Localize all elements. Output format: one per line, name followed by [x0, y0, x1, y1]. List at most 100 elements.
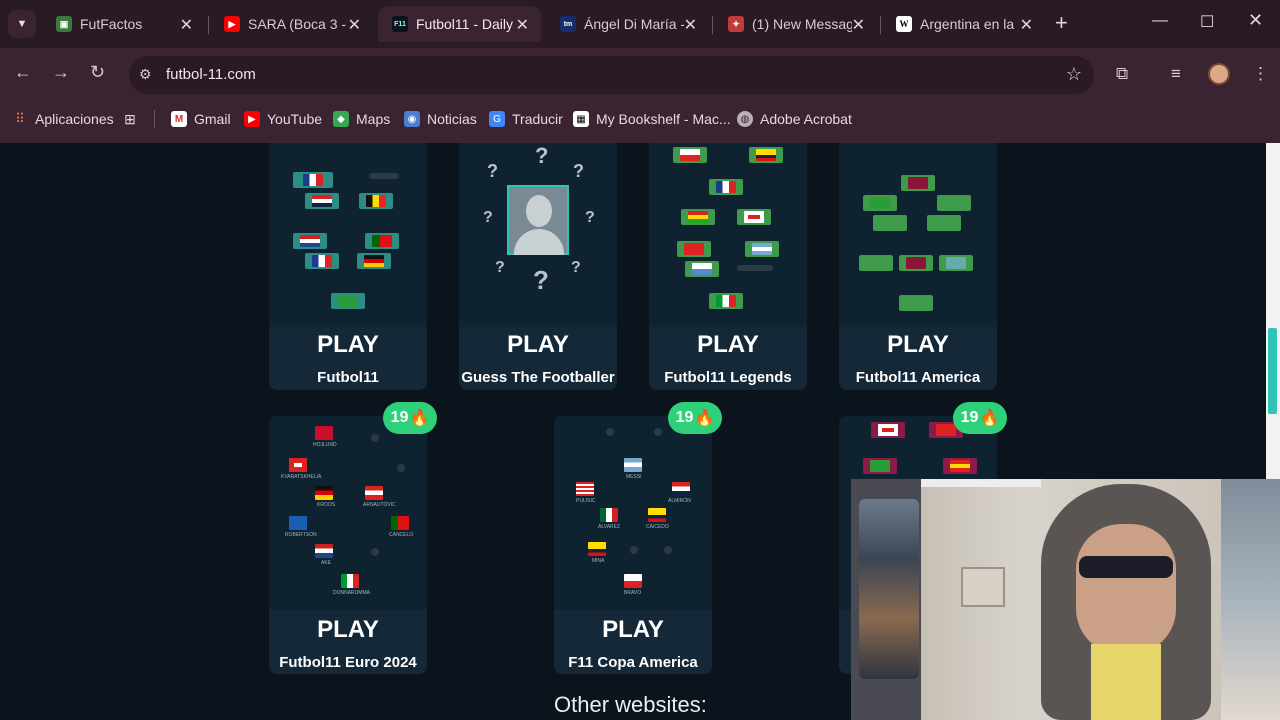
- player-slot: [899, 255, 933, 271]
- team-flag-icon: [934, 217, 954, 229]
- game-title: Futbol11 Euro 2024: [279, 654, 417, 671]
- news-icon: ◉: [404, 111, 420, 127]
- bookmark-label: Gmail: [194, 111, 231, 127]
- bookmark-apps[interactable]: ⠿ Aplicaciones: [12, 111, 113, 127]
- game-card-futbol11[interactable]: PLAY Futbol11: [269, 143, 427, 390]
- game-card-f11-copa-america[interactable]: MESSI PULISIC ALMIRÓN ALVAREZ CAICEDO MI…: [554, 402, 722, 674]
- player-slot: [293, 233, 327, 249]
- game-card-futbol11-euro-2024[interactable]: HOJLUND KVARATSKHELIA KROOS ARNAUTOVIC R…: [269, 402, 437, 674]
- bookmark-translate[interactable]: G Traducir: [489, 111, 563, 127]
- germany-flag-icon: [364, 255, 384, 267]
- question-mark-icon: ?: [573, 161, 584, 181]
- close-icon[interactable]: ✕: [684, 15, 697, 35]
- close-icon[interactable]: ✕: [1020, 15, 1033, 35]
- game-card-futbol11-legends[interactable]: PLAY Futbol11 Legends: [649, 143, 807, 390]
- tab-search-chevron-icon[interactable]: ▼: [8, 10, 36, 38]
- close-icon[interactable]: ✕: [852, 15, 865, 35]
- close-icon[interactable]: ✕: [348, 15, 361, 35]
- silhouette-head: [526, 195, 552, 227]
- kebab-menu-icon[interactable]: ⋮: [1252, 64, 1269, 84]
- new-tab-plus-icon[interactable]: +: [1055, 10, 1068, 36]
- grid-icon: ⊞: [124, 110, 136, 127]
- player-slot: [709, 293, 743, 309]
- bookmarks-divider: [154, 110, 155, 128]
- media-control-icon[interactable]: ≡: [1171, 64, 1181, 84]
- back-arrow-icon[interactable]: ←: [14, 62, 32, 83]
- france-flag-icon: [716, 181, 736, 193]
- empty-slot: [630, 546, 638, 554]
- player-slot: [859, 255, 893, 271]
- belgium-flag-icon: [366, 195, 386, 207]
- bookmark-acrobat[interactable]: ◍ Adobe Acrobat: [737, 111, 852, 127]
- bookmark-gmail[interactable]: M Gmail: [171, 111, 231, 127]
- tab-youtube-sara[interactable]: ▶ SARA (Boca 3 - U ✕: [210, 6, 373, 42]
- empty-slot: [371, 434, 379, 442]
- player-slot: [305, 193, 339, 209]
- game-title: Futbol11 Legends: [664, 369, 792, 386]
- tab-futfactos[interactable]: ▣ FutFactos ✕: [42, 6, 205, 42]
- window-close-icon[interactable]: ✕: [1248, 10, 1263, 31]
- player-slot: [863, 458, 897, 474]
- bookmark-star-icon[interactable]: ☆: [1066, 64, 1082, 85]
- bookmark-news[interactable]: ◉ Noticias: [404, 111, 477, 127]
- webcam-sunglasses: [1079, 556, 1173, 578]
- webcam-shirt: [1091, 644, 1161, 720]
- game-title: Futbol11: [317, 369, 379, 386]
- player-slot: [943, 458, 977, 474]
- bookmark-all-apps[interactable]: ⊞: [122, 111, 145, 127]
- netherlands-flag-icon: [315, 544, 333, 558]
- game-card-futbol11-america[interactable]: PLAY Futbol11 America: [839, 143, 997, 390]
- tab-transfermarkt[interactable]: tm Ángel Di María - ✕: [546, 6, 709, 42]
- tab-title: Futbol11 - Daily: [416, 16, 514, 32]
- player-name: ARNAUTOVIC: [363, 502, 396, 508]
- streak-badge: 19 🔥: [668, 402, 722, 434]
- tab-title: SARA (Boca 3 - U: [248, 16, 348, 32]
- germany-flag-icon: [315, 486, 333, 500]
- address-bar[interactable]: ⚙ futbol-11.com ☆: [129, 56, 1094, 94]
- close-icon[interactable]: ✕: [180, 15, 193, 35]
- close-icon[interactable]: ✕: [516, 15, 529, 35]
- team-flag-icon: [906, 297, 926, 309]
- tab-futbol11[interactable]: F11 Futbol11 - Daily ✕: [378, 6, 541, 42]
- fire-icon: 🔥: [979, 410, 1000, 427]
- tab-wikipedia[interactable]: W Argentina en la ✕: [882, 6, 1045, 42]
- game-card-guess-the-footballer[interactable]: ? ? ? ? ? ? ? ? PLAY Guess The Footballe…: [459, 143, 617, 390]
- other-websites-heading: Other websites:: [554, 692, 707, 717]
- transfermarkt-icon: tm: [560, 16, 576, 32]
- player-name: ALMIRÓN: [668, 498, 691, 504]
- bookmark-bookshelf[interactable]: ▦ My Bookshelf - Mac...: [573, 111, 731, 127]
- scotland-flag-icon: [289, 516, 307, 530]
- futfactos-icon: ▣: [56, 16, 72, 32]
- forward-arrow-icon[interactable]: →: [52, 62, 70, 83]
- bookmark-label: My Bookshelf - Mac...: [596, 111, 731, 127]
- spain-flag-icon: [950, 460, 970, 472]
- bookmark-maps[interactable]: ◆ Maps: [333, 111, 390, 127]
- tab-title: Argentina en la: [920, 16, 1015, 32]
- scrollbar-thumb[interactable]: [1268, 328, 1277, 414]
- reload-icon[interactable]: ↻: [90, 62, 105, 83]
- tab-messages[interactable]: ✦ (1) New Messag ✕: [714, 6, 877, 42]
- maximize-icon[interactable]: ☐: [1200, 12, 1214, 32]
- streak-badge: 19 🔥: [953, 402, 1007, 434]
- player-slot: [293, 172, 333, 188]
- player-name: MESSI: [626, 474, 642, 480]
- player-name: HOJLUND: [313, 442, 337, 448]
- player-slot: [745, 241, 779, 257]
- tab-title: FutFactos: [80, 16, 143, 32]
- webcam-person: [1021, 484, 1241, 720]
- game-title: Futbol11 America: [855, 369, 981, 386]
- argentina-flag-icon: [752, 243, 772, 255]
- player-slot: [357, 253, 391, 269]
- france-flag-icon: [303, 174, 323, 186]
- youtube-icon: ▶: [244, 111, 260, 127]
- extensions-puzzle-icon[interactable]: ⧉: [1116, 64, 1128, 84]
- futbol11-icon: F11: [392, 16, 408, 32]
- question-mark-icon: ?: [585, 209, 595, 226]
- profile-avatar[interactable]: [1208, 63, 1230, 85]
- site-info-icon[interactable]: ⚙: [139, 66, 152, 83]
- webcam-clothes: [859, 499, 919, 679]
- minimize-icon[interactable]: —: [1152, 12, 1168, 30]
- bookmark-youtube[interactable]: ▶ YouTube: [244, 111, 322, 127]
- lineup-preview: [649, 143, 807, 327]
- team-flag-icon: [866, 257, 886, 269]
